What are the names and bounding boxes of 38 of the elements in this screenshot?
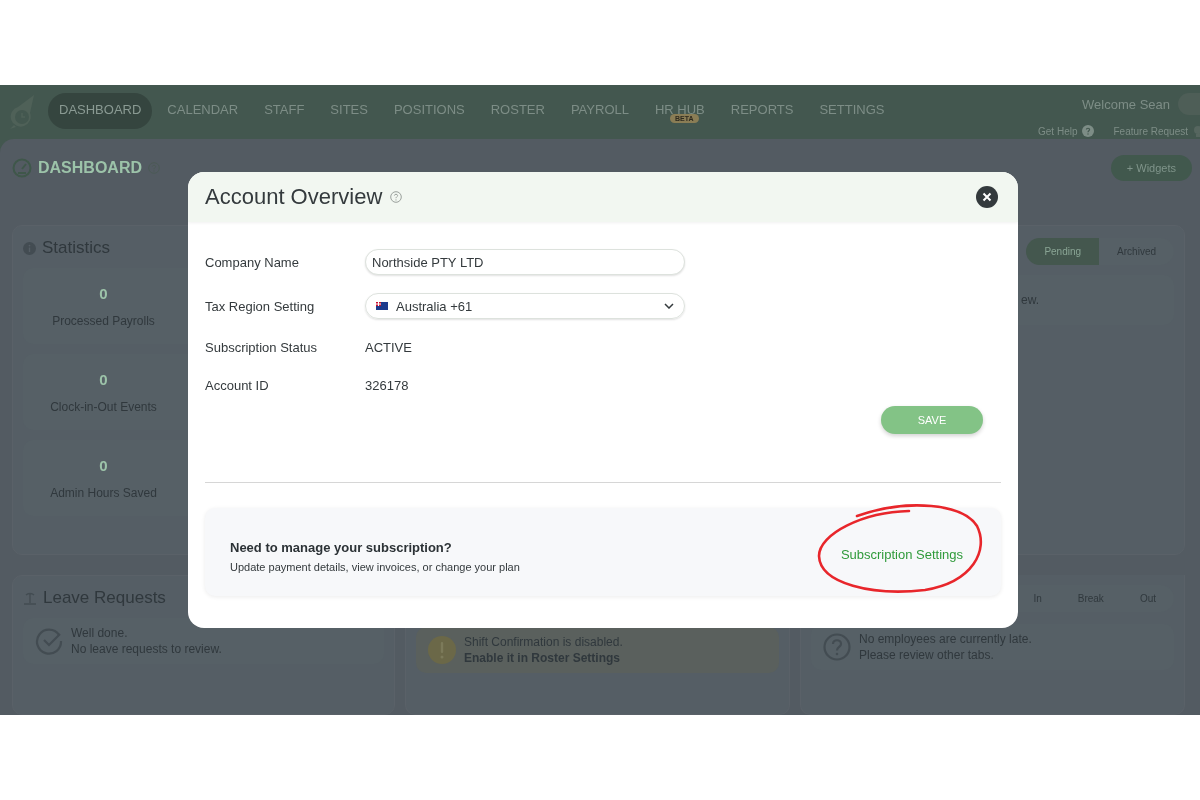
subscription-description: Update payment details, view invoices, or change your plan [230, 560, 520, 573]
stat-value: 0 [99, 370, 108, 388]
close-button[interactable] [976, 186, 998, 208]
save-button[interactable]: SAVE [881, 406, 983, 434]
nav-tab[interactable]: DASHBOARD [48, 93, 153, 129]
feature-request-link[interactable]: Feature Request [1113, 125, 1200, 137]
nav-tab[interactable]: PAYROLL [559, 93, 640, 129]
gauge-icon [12, 158, 32, 178]
page-title: DASHBOARD [38, 159, 142, 177]
welcome-text: Welcome Sean [1082, 96, 1170, 112]
nav-tab[interactable]: SETTINGS [808, 93, 896, 129]
company-name-field[interactable]: Northside PTY LTD [365, 249, 685, 275]
nav-tab[interactable]: ROSTER [479, 93, 556, 129]
dialog-title: Account Overview [205, 184, 383, 210]
subscription-settings-link[interactable]: Subscription Settings [840, 546, 963, 562]
field-label: Company Name [205, 254, 300, 270]
nav-tab[interactable]: SITES [319, 93, 379, 129]
chevron-down-icon [664, 303, 674, 309]
filter-tab[interactable]: Pending [1026, 238, 1100, 265]
widgets-button[interactable]: + Widgets [1110, 155, 1192, 181]
flag-icon [376, 302, 388, 310]
help-icon [1081, 125, 1094, 137]
help-icon[interactable] [390, 191, 403, 203]
stat-value: 0 [99, 456, 108, 474]
field-label: Account ID [205, 377, 270, 393]
stat-value: 0 [99, 284, 108, 302]
nav-tab[interactable]: REPORTS [719, 93, 805, 129]
nav-tab[interactable]: CALENDAR [156, 93, 250, 129]
close-icon [982, 192, 992, 202]
subscription-heading: Need to manage your subscription? [230, 539, 453, 555]
warning-icon [428, 636, 456, 664]
field-value: 326178 [365, 377, 410, 393]
field-label: Subscription Status [205, 339, 318, 355]
nav-tab[interactable]: STAFF [253, 93, 316, 129]
nav-tab[interactable]: POSITIONS [382, 93, 476, 129]
field-label: Tax Region Setting [205, 298, 316, 314]
field-value: ACTIVE [365, 339, 413, 355]
get-help-link[interactable]: Get Help [1038, 125, 1094, 137]
